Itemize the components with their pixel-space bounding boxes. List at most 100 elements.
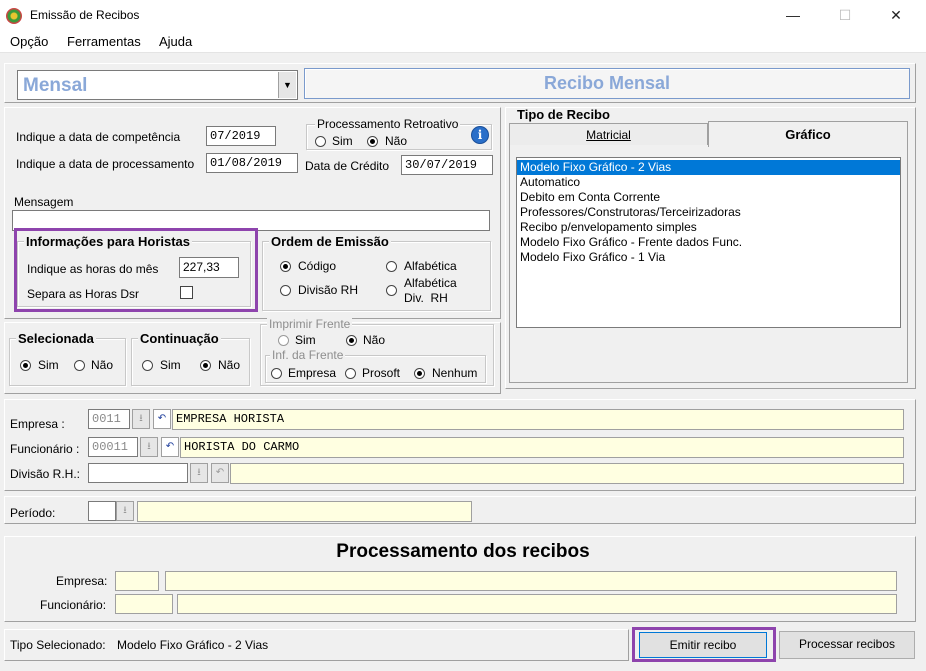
selecionada-sim-radio[interactable] bbox=[20, 360, 31, 371]
ordem-codigo-label: Código bbox=[298, 259, 337, 273]
tipo-selecionado-value: Modelo Fixo Gráfico - 2 Vias bbox=[117, 638, 269, 652]
recibo-list[interactable]: Modelo Fixo Gráfico - 2 Vias Automatico De… bbox=[516, 157, 901, 328]
type-select-value: Mensal bbox=[23, 75, 88, 96]
periodo-lookup-icon[interactable]: ⭳ bbox=[116, 501, 134, 521]
maximize-button[interactable]: ☐ bbox=[822, 0, 868, 31]
divisao-code-input[interactable] bbox=[88, 463, 188, 483]
ordem-alfabetica-label: Alfabética bbox=[404, 259, 457, 273]
type-select[interactable]: Mensal ▼ bbox=[17, 70, 298, 100]
recibo-list-item[interactable]: Debito em Conta Corrente bbox=[517, 190, 900, 205]
empresa-lookup-icon[interactable]: ⭳ bbox=[132, 409, 150, 429]
selecionada-title: Selecionada bbox=[16, 331, 96, 346]
proc-funcionario-code bbox=[115, 594, 173, 614]
tab-matricial[interactable]: Matricial bbox=[509, 123, 708, 145]
retroativo-nao-label: Não bbox=[385, 134, 408, 148]
ordem-alfadiv-label-2: Div. RH bbox=[404, 291, 448, 305]
frente-nao-label: Não bbox=[363, 333, 386, 347]
continuacao-sim-label: Sim bbox=[160, 358, 181, 372]
menu-opcao[interactable]: Opção bbox=[10, 34, 48, 49]
frente-sim-label: Sim bbox=[295, 333, 316, 347]
tipo-selecionado-label: Tipo Selecionado: bbox=[10, 638, 106, 652]
divisao-undo-icon[interactable]: ↶ bbox=[211, 463, 229, 483]
continuacao-nao-radio[interactable] bbox=[200, 360, 211, 371]
ordem-alfadiv-radio[interactable] bbox=[386, 285, 397, 296]
horas-input[interactable]: 227,33 bbox=[179, 257, 239, 278]
processamento-input[interactable]: 01/08/2019 bbox=[206, 153, 298, 173]
tipo-recibo-title: Tipo de Recibo bbox=[517, 107, 610, 122]
menu-ferramentas[interactable]: Ferramentas bbox=[67, 34, 141, 49]
empresa-undo-icon[interactable]: ↶ bbox=[153, 409, 171, 429]
recibo-list-item[interactable]: Modelo Fixo Gráfico - 1 Via bbox=[517, 250, 900, 265]
proc-empresa-code bbox=[115, 571, 159, 591]
funcionario-lookup-icon[interactable]: ⭳ bbox=[140, 437, 158, 457]
divisao-lookup-icon[interactable]: ⭳ bbox=[190, 463, 208, 483]
tab-grafico[interactable]: Gráfico bbox=[708, 121, 908, 147]
ordem-alfabetica-radio[interactable] bbox=[386, 261, 397, 272]
funcionario-name-field: HORISTA DO CARMO bbox=[180, 437, 904, 458]
recibo-list-item[interactable]: Modelo Fixo Gráfico - Frente dados Func. bbox=[517, 235, 900, 250]
periodo-label: Período: bbox=[10, 506, 56, 520]
divisao-name-field bbox=[230, 463, 904, 484]
recibo-list-item[interactable]: Automatico bbox=[517, 175, 900, 190]
inf-prosoft-label: Prosoft bbox=[362, 366, 401, 380]
empresa-code-input[interactable]: 0011 bbox=[88, 409, 130, 429]
ordem-alfadiv-label-1: Alfabética bbox=[404, 276, 457, 290]
funcionario-label: Funcionário : bbox=[10, 442, 80, 456]
chevron-down-icon[interactable]: ▼ bbox=[278, 72, 296, 98]
processamento-label: Indique a data de processamento bbox=[16, 157, 195, 171]
credito-label: Data de Crédito bbox=[305, 159, 390, 173]
dsr-checkbox[interactable] bbox=[180, 286, 193, 299]
menu-ajuda[interactable]: Ajuda bbox=[159, 34, 192, 49]
inf-frente-title: Inf. da Frente bbox=[270, 348, 346, 362]
close-button[interactable]: ✕ bbox=[873, 0, 919, 31]
inf-nenhum-label: Nenhum bbox=[432, 366, 478, 380]
tab-matricial-label: Matricial bbox=[586, 128, 631, 142]
banner: Recibo Mensal bbox=[304, 68, 910, 99]
processar-recibos-button[interactable]: Processar recibos bbox=[779, 631, 915, 659]
competencia-label: Indique a data de competência bbox=[16, 130, 181, 144]
ordem-divisao-label: Divisão RH bbox=[298, 283, 359, 297]
periodo-code-input[interactable] bbox=[88, 501, 116, 521]
recibo-list-item[interactable]: Recibo p/envelopamento simples bbox=[517, 220, 900, 235]
inf-nenhum-radio[interactable] bbox=[414, 368, 425, 379]
proc-funcionario-name bbox=[177, 594, 897, 614]
proc-empresa-name bbox=[165, 571, 897, 591]
selecionada-nao-label: Não bbox=[91, 358, 114, 372]
emitir-recibo-button[interactable]: Emitir recibo bbox=[639, 632, 767, 658]
continuacao-nao-label: Não bbox=[218, 358, 241, 372]
inf-empresa-label: Empresa bbox=[288, 366, 337, 380]
selecionada-nao-radio[interactable] bbox=[74, 360, 85, 371]
minimize-button[interactable]: — bbox=[770, 0, 816, 31]
recibo-list-item[interactable]: Professores/Construtoras/Terceirizadoras bbox=[517, 205, 900, 220]
funcionario-undo-icon[interactable]: ↶ bbox=[161, 437, 179, 457]
inf-prosoft-radio[interactable] bbox=[345, 368, 356, 379]
ordem-codigo-radio[interactable] bbox=[280, 261, 291, 272]
proc-funcionario-label: Funcionário: bbox=[40, 598, 107, 612]
banner-title: Recibo Mensal bbox=[543, 73, 671, 93]
continuacao-sim-radio[interactable] bbox=[142, 360, 153, 371]
frente-nao-radio[interactable] bbox=[346, 335, 357, 346]
retroativo-sim-radio[interactable] bbox=[315, 136, 326, 147]
funcionario-code-input[interactable]: 00011 bbox=[88, 437, 138, 457]
dsr-label: Separa as Horas Dsr bbox=[27, 287, 140, 301]
info-icon[interactable]: i bbox=[471, 126, 489, 144]
inf-empresa-radio[interactable] bbox=[271, 368, 282, 379]
empresa-label: Empresa : bbox=[10, 417, 65, 431]
credito-input[interactable]: 30/07/2019 bbox=[401, 155, 493, 175]
recibo-list-item[interactable]: Modelo Fixo Gráfico - 2 Vias bbox=[517, 160, 900, 175]
proc-empresa-label: Empresa: bbox=[56, 574, 108, 588]
processamento-title: Processamento dos recibos bbox=[336, 541, 590, 562]
horas-label: Indique as horas do mês bbox=[27, 262, 159, 276]
mensagem-label: Mensagem bbox=[14, 195, 74, 209]
retroativo-nao-radio[interactable] bbox=[367, 136, 378, 147]
ordem-divisao-radio[interactable] bbox=[280, 285, 291, 296]
retroativo-title: Processamento Retroativo bbox=[315, 117, 461, 131]
app-icon bbox=[6, 8, 22, 24]
periodo-name-field bbox=[137, 501, 472, 522]
imprimir-frente-title: Imprimir Frente bbox=[267, 317, 353, 331]
retroativo-sim-label: Sim bbox=[332, 134, 353, 148]
competencia-input[interactable]: 07/2019 bbox=[206, 126, 276, 146]
frente-sim-radio[interactable] bbox=[278, 335, 289, 346]
selecionada-sim-label: Sim bbox=[38, 358, 59, 372]
continuacao-title: Continuação bbox=[138, 331, 221, 346]
